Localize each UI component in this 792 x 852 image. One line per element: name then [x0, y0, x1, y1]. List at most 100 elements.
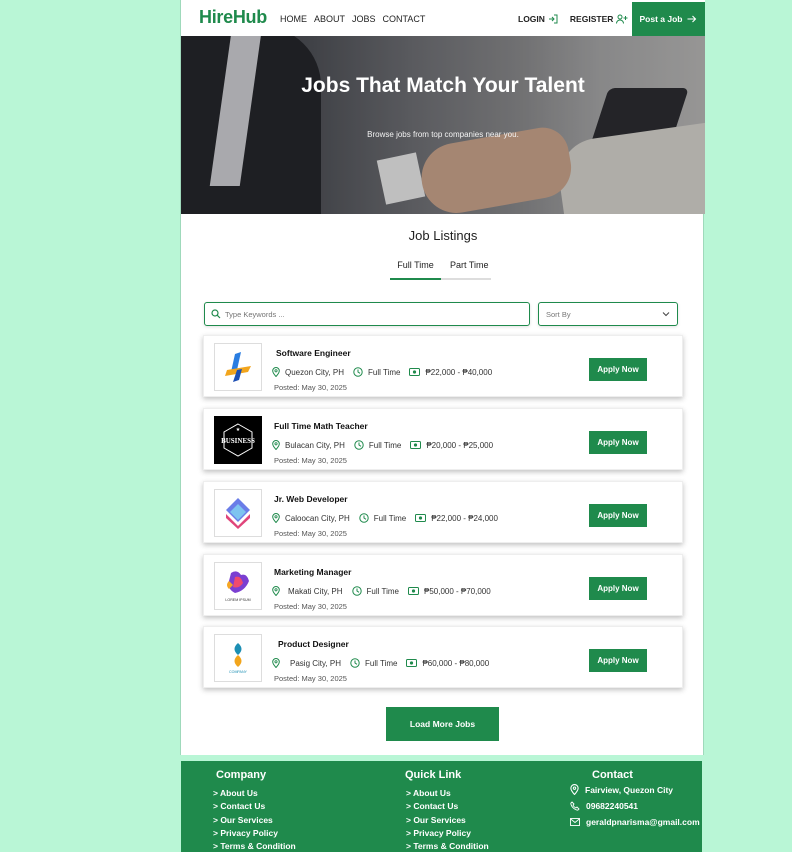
money-icon: [409, 368, 421, 376]
job-meta: Quezon City, PH Full Time ₱22,000 - ₱40,…: [272, 367, 501, 377]
apply-now-button[interactable]: Apply Now: [589, 431, 647, 454]
search-input[interactable]: [225, 309, 505, 319]
footer-link-terms[interactable]: > Terms & Condition: [213, 841, 296, 851]
tab-full-time[interactable]: Full Time: [390, 260, 441, 280]
business-badge-logo-icon: BUSINESS ★: [221, 423, 255, 457]
company-logo: LOREM IPSUM: [214, 562, 262, 610]
location-pin-icon: [570, 784, 579, 795]
footer-address: Fairview, Quezon City: [570, 784, 700, 795]
footer-quick-services[interactable]: > Our Services: [406, 815, 489, 825]
apply-now-button[interactable]: Apply Now: [589, 358, 647, 381]
footer-quick-terms[interactable]: > Terms & Condition: [406, 841, 489, 851]
job-type: Full Time: [364, 658, 398, 668]
job-type: Full Time: [373, 513, 407, 523]
job-posted-date: Posted: May 30, 2025: [274, 383, 347, 392]
job-title: Marketing Manager: [274, 567, 352, 577]
svg-text:COMPANY: COMPANY: [229, 670, 248, 674]
clock-icon: [354, 440, 364, 450]
job-meta: Bulacan City, PH Full Time ₱20,000 - ₱25…: [272, 440, 502, 450]
apply-now-button[interactable]: Apply Now: [589, 577, 647, 600]
svg-text:BUSINESS: BUSINESS: [221, 437, 255, 445]
svg-text:★: ★: [236, 427, 241, 433]
phone-icon: [570, 801, 580, 811]
company-logo: [214, 489, 262, 537]
footer-quick-about[interactable]: > About Us: [406, 788, 489, 798]
search-icon: [211, 309, 221, 319]
nav-jobs[interactable]: JOBS: [352, 14, 376, 24]
money-icon: [407, 587, 419, 595]
nav-contact[interactable]: CONTACT: [383, 14, 426, 24]
chevron-down-icon: [662, 312, 670, 317]
job-salary: ₱60,000 - ₱80,000: [422, 658, 490, 668]
job-location: Pasig City, PH: [290, 658, 341, 668]
sort-dropdown[interactable]: Sort By: [538, 302, 678, 326]
footer-contact-title: Contact: [592, 769, 633, 781]
job-title: Product Designer: [278, 639, 349, 649]
footer-phone: 09682240541: [570, 801, 700, 811]
money-icon: [406, 659, 418, 667]
search-box: [204, 302, 530, 326]
footer-phone-text[interactable]: 09682240541: [586, 801, 638, 811]
nav-about[interactable]: ABOUT: [314, 14, 345, 24]
job-salary: ₱22,000 - ₱24,000: [431, 513, 498, 523]
job-meta: Caloocan City, PH Full Time ₱22,000 - ₱2…: [272, 513, 507, 523]
job-location: Caloocan City, PH: [285, 513, 350, 523]
footer-quicklink-column: Quick Link > About Us > Contact Us > Our…: [405, 769, 489, 852]
load-more-button[interactable]: Load More Jobs: [386, 707, 499, 741]
footer-link-services[interactable]: > Our Services: [213, 815, 296, 825]
login-icon: [548, 14, 558, 24]
footer-quick-contact[interactable]: > Contact Us: [406, 801, 489, 811]
job-type: Full Time: [368, 440, 402, 450]
job-card: COMPANY Product Designer Pasig City, PH …: [203, 626, 683, 688]
footer: Company > About Us > Contact Us > Our Se…: [181, 761, 702, 852]
site-logo[interactable]: HireHub: [199, 7, 267, 28]
login-label: LOGIN: [518, 14, 545, 24]
footer-contact-column: Contact Fairview, Quezon City 0968224054…: [570, 769, 700, 833]
auth-links: LOGIN REGISTER: [518, 14, 628, 24]
footer-quicklink-title: Quick Link: [405, 769, 462, 781]
footer-email-text[interactable]: geraldpnarisma@gmail.com: [586, 817, 700, 827]
job-meta: Makati City, PH Full Time ₱50,000 - ₱70,…: [272, 586, 500, 596]
location-pin-icon: [272, 658, 280, 668]
job-card: LOREM IPSUM Marketing Manager Makati Cit…: [203, 554, 683, 616]
navbar: HireHub HOME ABOUT JOBS CONTACT LOGIN RE…: [181, 0, 705, 36]
job-posted-date: Posted: May 30, 2025: [274, 529, 347, 538]
job-posted-date: Posted: May 30, 2025: [274, 456, 347, 465]
footer-link-about[interactable]: > About Us: [213, 788, 296, 798]
footer-link-privacy[interactable]: > Privacy Policy: [213, 828, 296, 838]
clock-icon: [350, 658, 360, 668]
job-card: BUSINESS ★ Full Time Math Teacher Bulaca…: [203, 408, 683, 470]
footer-link-contact[interactable]: > Contact Us: [213, 801, 296, 811]
job-posted-date: Posted: May 30, 2025: [274, 674, 347, 683]
tab-part-time[interactable]: Part Time: [450, 260, 489, 270]
arrow-right-icon: [687, 15, 697, 23]
location-pin-icon: [272, 513, 280, 523]
apply-now-button[interactable]: Apply Now: [589, 504, 647, 527]
job-title: Jr. Web Developer: [274, 494, 348, 504]
job-title: Full Time Math Teacher: [274, 421, 368, 431]
footer-email: geraldpnarisma@gmail.com: [570, 817, 700, 827]
footer-address-text: Fairview, Quezon City: [585, 784, 674, 795]
nav-home[interactable]: HOME: [280, 14, 307, 24]
add-user-icon: [616, 14, 628, 24]
diamond-logo-icon: [226, 498, 250, 529]
clock-icon: [353, 367, 363, 377]
location-pin-icon: [272, 586, 280, 596]
svg-text:LOREM IPSUM: LOREM IPSUM: [225, 598, 250, 602]
job-salary: ₱22,000 - ₱40,000: [425, 367, 493, 377]
job-card: Jr. Web Developer Caloocan City, PH Full…: [203, 481, 683, 543]
job-type: Full Time: [367, 367, 401, 377]
apply-now-button[interactable]: Apply Now: [589, 649, 647, 672]
listings-title: Job Listings: [408, 228, 478, 243]
footer-quick-privacy[interactable]: > Privacy Policy: [406, 828, 489, 838]
login-link[interactable]: LOGIN: [518, 14, 558, 24]
mail-icon: [570, 818, 580, 826]
job-card: Software Engineer Quezon City, PH Full T…: [203, 335, 683, 397]
job-location: Quezon City, PH: [285, 367, 344, 377]
post-job-button[interactable]: Post a Job: [632, 2, 705, 36]
register-link[interactable]: REGISTER: [570, 14, 628, 24]
job-salary: ₱50,000 - ₱70,000: [423, 586, 491, 596]
abstract-l-logo-icon: [225, 352, 251, 382]
leaf-logo-icon: COMPANY: [229, 643, 248, 674]
nav-links: HOME ABOUT JOBS CONTACT: [280, 14, 425, 24]
